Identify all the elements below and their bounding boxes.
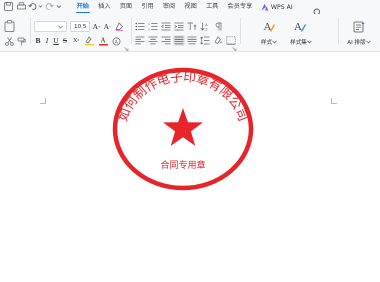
seal-type-label: 合同专用章: [160, 159, 205, 171]
ai-layout-button[interactable]: AI 排版: [344, 38, 374, 46]
tab-insert[interactable]: 插入: [94, 0, 116, 14]
redo-icon[interactable]: [44, 1, 54, 12]
ribbon-separator: [338, 18, 339, 44]
paragraph-dialog-launcher-icon[interactable]: [232, 47, 237, 51]
wps-ai-label: WPS AI: [270, 3, 293, 11]
svg-text:A: A: [294, 21, 302, 33]
italic-icon[interactable]: I: [43, 36, 51, 45]
underline-icon[interactable]: U: [52, 36, 60, 45]
svg-text:A: A: [114, 39, 118, 45]
bold-icon[interactable]: B: [34, 36, 42, 45]
style-set-dropdown[interactable]: 样式集: [288, 38, 314, 46]
format-painter-icon[interactable]: [16, 36, 26, 46]
font-size-dropdown[interactable]: 10.5: [70, 21, 90, 32]
svg-text:A: A: [100, 37, 105, 45]
save-icon[interactable]: [4, 1, 13, 12]
print-icon[interactable]: [17, 1, 26, 12]
align-center-icon[interactable]: [148, 36, 158, 45]
tab-page[interactable]: 页面: [115, 0, 137, 14]
numbered-list-icon[interactable]: 12: [148, 22, 158, 31]
font-dialog-launcher-icon[interactable]: [124, 47, 129, 51]
paste-icon[interactable]: [3, 20, 15, 32]
ribbon-separator: [131, 18, 132, 44]
undo-dropdown-icon[interactable]: [38, 1, 43, 12]
sort-icon[interactable]: AZ: [200, 22, 210, 31]
styles-dropdown[interactable]: 样式: [258, 38, 280, 46]
font-family-dropdown[interactable]: [34, 21, 67, 32]
chinese-layout-icon[interactable]: [187, 22, 197, 31]
shrink-font-icon[interactable]: A −: [103, 22, 112, 31]
text-effect-icon[interactable]: A: [111, 36, 121, 46]
undo-icon[interactable]: [28, 1, 38, 12]
wps-ai-logo-icon: [261, 3, 269, 11]
ribbon-tabs: 开始 插入 页面 引用 审阅 视图 工具 会员专享 WPS AI: [72, 0, 297, 14]
svg-text:1: 1: [148, 22, 150, 26]
style-set-label: 样式集: [290, 40, 307, 46]
superscript-icon[interactable]: X2: [71, 36, 81, 45]
page-corner-mark: [40, 98, 46, 104]
ai-layout-label: AI 排版: [347, 40, 366, 46]
svg-text:2: 2: [148, 27, 150, 31]
line-spacing-icon[interactable]: [200, 36, 210, 45]
tab-view[interactable]: 视图: [180, 0, 202, 14]
tab-wps-ai[interactable]: WPS AI: [257, 0, 297, 14]
distributed-align-icon[interactable]: [187, 36, 197, 45]
ai-layout-icon[interactable]: [352, 20, 366, 33]
clear-format-icon[interactable]: [115, 22, 124, 31]
highlight-color-icon[interactable]: [83, 36, 95, 46]
page-corner-mark: [331, 98, 337, 104]
show-marks-icon[interactable]: [213, 22, 223, 31]
chevron-down-icon: [58, 25, 63, 29]
styles-label: 样式: [260, 40, 273, 46]
cut-icon[interactable]: [4, 36, 14, 46]
tab-member[interactable]: 会员专享: [223, 0, 257, 14]
menu-bar: 开始 插入 页面 引用 审阅 视图 工具 会员专享 WPS AI: [0, 0, 380, 17]
tab-references[interactable]: 引用: [137, 0, 159, 14]
justify-icon[interactable]: [173, 35, 185, 46]
svg-text:Z: Z: [205, 27, 208, 31]
styles-gallery-icon[interactable]: A: [262, 20, 276, 33]
font-color-icon[interactable]: A: [97, 36, 109, 46]
shading-icon[interactable]: [213, 36, 223, 45]
tab-tools[interactable]: 工具: [201, 0, 223, 14]
font-size-value: 10.5: [74, 23, 87, 30]
chevron-down-icon: [272, 40, 277, 44]
ribbon-toolbar: 10.5 A + A − B I U S X2 A A 12 AZ A 样式 A…: [0, 14, 380, 52]
style-set-icon[interactable]: A: [293, 20, 307, 33]
increase-indent-icon[interactable]: [174, 22, 184, 31]
ribbon-separator: [30, 18, 31, 44]
ribbon-separator: [240, 18, 241, 44]
tab-home[interactable]: 开始: [72, 0, 94, 14]
quick-access-dropdown-icon[interactable]: [56, 1, 62, 12]
seal-star-icon: [163, 108, 203, 146]
chevron-down-icon: [365, 40, 371, 44]
bullet-list-icon[interactable]: [135, 22, 145, 31]
borders-icon[interactable]: [226, 36, 236, 45]
strikethrough-icon[interactable]: S: [61, 36, 69, 45]
align-left-icon[interactable]: [135, 36, 145, 45]
align-right-icon[interactable]: [161, 36, 171, 45]
decrease-indent-icon[interactable]: [161, 22, 171, 31]
svg-text:A: A: [205, 23, 208, 27]
grow-font-icon[interactable]: A +: [92, 22, 101, 31]
company-seal[interactable]: 如何制作电子印章有限公司 合同专用章: [111, 66, 255, 192]
chevron-down-icon: [307, 40, 312, 44]
tab-review[interactable]: 审阅: [158, 0, 180, 14]
